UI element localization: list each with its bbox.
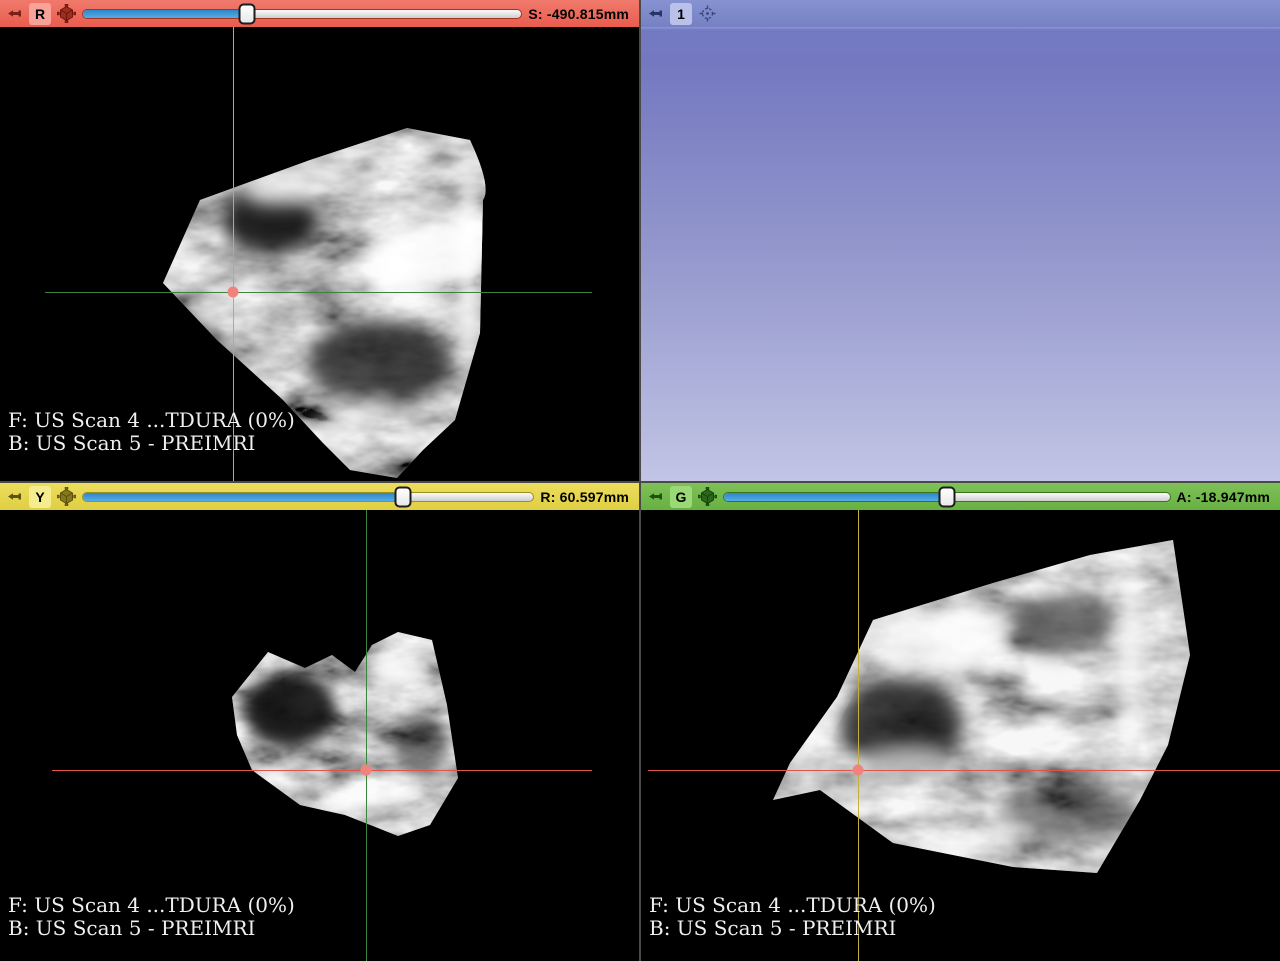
crosshair-dot[interactable] (228, 287, 239, 298)
pin-icon[interactable] (6, 7, 23, 20)
green-slice-canvas[interactable]: F: US Scan 4 ...TDURA (0%) B: US Scan 5 … (641, 510, 1280, 961)
background-layer-label: B: US Scan 5 - PREIMRI (649, 917, 936, 940)
view-label-yellow[interactable]: Y (29, 486, 51, 508)
slice-offset-value: S: -490.815mm (528, 6, 631, 22)
slice-intersection-green[interactable] (45, 292, 592, 293)
slice-intersection-green[interactable] (366, 510, 367, 961)
yellow-slice-view: Y R: 60.597mm (0, 483, 639, 961)
view-label-3d[interactable]: 1 (670, 3, 692, 25)
slider-thumb[interactable] (239, 3, 256, 24)
view-options-cube-icon[interactable] (57, 4, 76, 23)
slider-thumb[interactable] (395, 486, 412, 507)
view-options-cube-icon[interactable] (57, 487, 76, 506)
threeD-view: 1 (641, 0, 1280, 481)
threeD-controller-bar: 1 (641, 0, 1280, 27)
red-slice-canvas[interactable]: F: US Scan 4 ...TDURA (0%) B: US Scan 5 … (0, 27, 639, 481)
view-options-cube-icon[interactable] (698, 487, 717, 506)
green-slice-view: G A: -18.947mm (641, 483, 1280, 961)
layer-annotation: F: US Scan 4 ...TDURA (0%) B: US Scan 5 … (649, 894, 936, 940)
slice-offset-value: R: 60.597mm (540, 489, 631, 505)
slider-groove[interactable] (82, 492, 534, 502)
pin-icon[interactable] (6, 490, 23, 503)
foreground-layer-label: F: US Scan 4 ...TDURA (0%) (8, 894, 295, 917)
pin-icon[interactable] (647, 7, 664, 20)
view-label-green[interactable]: G (670, 486, 692, 508)
slice-offset-value: A: -18.947mm (1177, 489, 1272, 505)
slider-thumb[interactable] (938, 486, 955, 507)
foreground-layer-label: F: US Scan 4 ...TDURA (0%) (649, 894, 936, 917)
red-slice-controller-bar: R S: -490.815mm (0, 0, 639, 27)
crosshair-dot[interactable] (853, 765, 864, 776)
crosshair-dot[interactable] (361, 765, 372, 776)
slider-fill (724, 493, 947, 501)
background-layer-label: B: US Scan 5 - PREIMRI (8, 432, 295, 455)
red-slice-view: R S: -490.815mm (0, 0, 639, 481)
foreground-layer-label: F: US Scan 4 ...TDURA (0%) (8, 409, 295, 432)
fourup-layout: R S: -490.815mm (0, 0, 1280, 961)
slider-groove[interactable] (82, 9, 522, 19)
threeD-canvas[interactable] (641, 27, 1280, 481)
slice-offset-slider[interactable] (82, 3, 522, 25)
background-layer-label: B: US Scan 5 - PREIMRI (8, 917, 295, 940)
view-label-red[interactable]: R (29, 3, 51, 25)
slice-intersection-red[interactable] (52, 770, 592, 771)
slice-intersection-red[interactable] (648, 770, 1280, 771)
slider-fill (83, 10, 247, 18)
slice-offset-slider[interactable] (82, 486, 534, 508)
slider-fill (83, 493, 403, 501)
layer-annotation: F: US Scan 4 ...TDURA (0%) B: US Scan 5 … (8, 894, 295, 940)
green-slice-controller-bar: G A: -18.947mm (641, 483, 1280, 510)
yellow-slice-canvas[interactable]: F: US Scan 4 ...TDURA (0%) B: US Scan 5 … (0, 510, 639, 961)
pin-icon[interactable] (647, 490, 664, 503)
layer-annotation: F: US Scan 4 ...TDURA (0%) B: US Scan 5 … (8, 409, 295, 455)
crosshair-icon[interactable] (698, 4, 717, 23)
yellow-slice-controller-bar: Y R: 60.597mm (0, 483, 639, 510)
slice-offset-slider[interactable] (723, 486, 1171, 508)
